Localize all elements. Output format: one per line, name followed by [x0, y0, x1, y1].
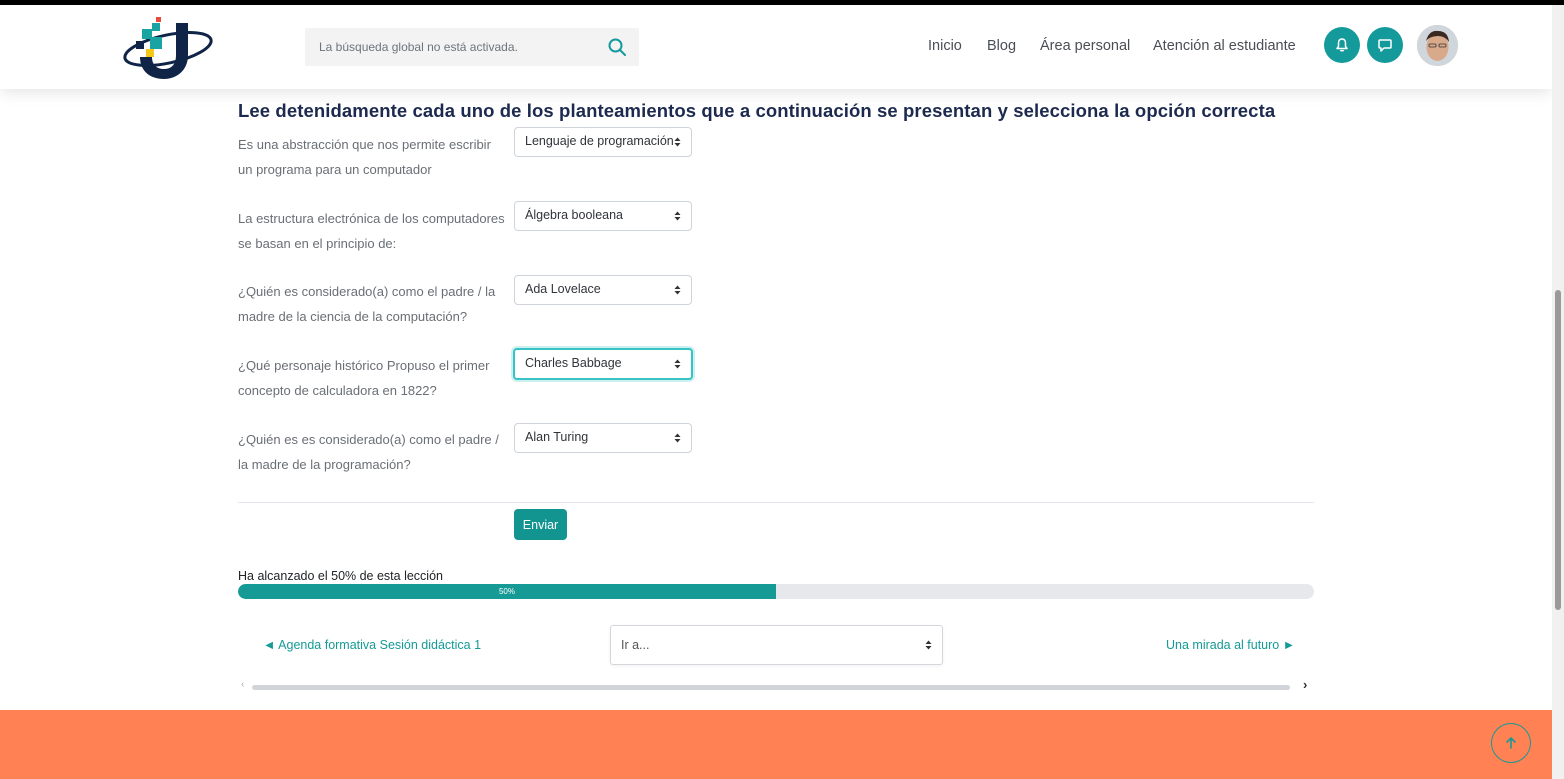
- back-to-top-button[interactable]: [1491, 723, 1531, 763]
- browser-viewport: La búsqueda global no está activada. Ini…: [0, 5, 1552, 779]
- scroll-thumb[interactable]: [1555, 290, 1561, 610]
- prev-activity-link[interactable]: ◄ Agenda formativa Sesión didáctica 1: [263, 638, 481, 652]
- question-4-select[interactable]: Charles Babbage: [513, 348, 693, 380]
- search-box[interactable]: La búsqueda global no está activada.: [305, 28, 639, 66]
- next-activity-link[interactable]: Una mirada al futuro ►: [1166, 638, 1295, 652]
- chat-icon: [1378, 39, 1392, 52]
- question-1-text: Es una abstracción que nos permite escri…: [238, 137, 491, 177]
- nav-blog[interactable]: Blog: [987, 38, 1016, 54]
- question-5-select[interactable]: Alan Turing: [514, 423, 692, 453]
- arrow-up-icon: [1506, 737, 1516, 749]
- search-placeholder: La búsqueda global no está activada.: [319, 40, 518, 54]
- user-photo-icon: [1417, 25, 1458, 66]
- select-caret-icon: [674, 433, 681, 443]
- search-icon[interactable]: [607, 37, 627, 57]
- site-footer: [0, 710, 1552, 779]
- question-4-selected: Charles Babbage: [525, 356, 622, 370]
- select-caret-icon: [674, 359, 681, 369]
- select-caret-icon: [674, 137, 681, 147]
- question-2-text: La estructura electrónica de los computa…: [238, 211, 505, 251]
- question-2-selected: Álgebra booleana: [525, 208, 623, 222]
- nav-inicio[interactable]: Inicio: [928, 38, 962, 54]
- question-3-selected: Ada Lovelace: [525, 282, 601, 296]
- page-title: Lee detenidamente cada uno de los plante…: [238, 100, 1276, 121]
- messages-button[interactable]: [1367, 27, 1403, 63]
- submit-button[interactable]: Enviar: [514, 509, 567, 540]
- progress-label: Ha alcanzado el 50% de esta lección: [238, 569, 443, 583]
- vertical-scrollbar[interactable]: [1552, 5, 1564, 779]
- nav-atencion-estudiante[interactable]: Atención al estudiante: [1153, 38, 1296, 54]
- bell-icon: [1336, 38, 1348, 52]
- jump-to-select[interactable]: Ir a...: [610, 625, 943, 665]
- progress-fill: 50%: [238, 584, 776, 599]
- question-3-select[interactable]: Ada Lovelace: [514, 275, 692, 305]
- user-avatar[interactable]: [1417, 25, 1458, 66]
- question-3-text: ¿Quién es considerado(a) como el padre /…: [238, 284, 496, 324]
- jump-to-selected: Ir a...: [621, 638, 650, 652]
- scroll-right-icon[interactable]: ›: [1303, 677, 1307, 692]
- notifications-button[interactable]: [1324, 27, 1360, 63]
- form-divider: [238, 502, 1314, 503]
- question-2-select[interactable]: Álgebra booleana: [514, 201, 692, 231]
- select-caret-icon: [674, 211, 681, 221]
- question-5-text: ¿Quién es es considerado(a) como el padr…: [238, 432, 499, 472]
- question-1-selected: Lenguaje de programación: [525, 134, 674, 148]
- site-header: La búsqueda global no está activada. Ini…: [0, 5, 1552, 89]
- nav-area-personal[interactable]: Área personal: [1040, 38, 1130, 54]
- select-caret-icon: [674, 285, 681, 295]
- question-5-selected: Alan Turing: [525, 430, 589, 444]
- site-logo[interactable]: [122, 15, 214, 79]
- horizontal-scrollbar[interactable]: [252, 685, 1290, 690]
- question-1-select[interactable]: Lenguaje de programación: [514, 127, 692, 157]
- question-4-text: ¿Qué personaje histórico Propuso el prim…: [238, 358, 490, 398]
- select-caret-icon: [925, 640, 932, 650]
- lesson-progress-bar: 50%: [238, 584, 1314, 599]
- scroll-left-icon[interactable]: ‹: [241, 679, 244, 690]
